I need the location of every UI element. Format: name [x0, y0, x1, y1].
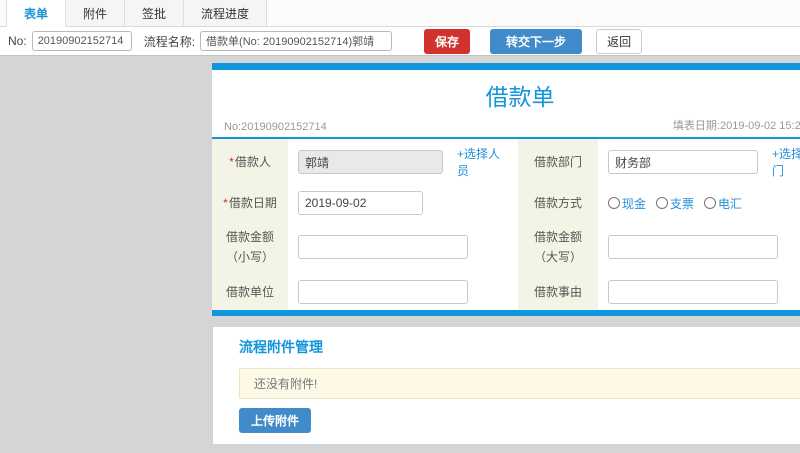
form-no-text: No:20190902152714: [224, 121, 327, 133]
department-cell: +选择部门: [598, 139, 800, 185]
process-name-label: 流程名称:: [143, 34, 196, 49]
method-cheque-option[interactable]: 支票: [656, 195, 694, 212]
process-name-input[interactable]: [200, 31, 393, 51]
form-date-text: 填表日期:2019-09-02 15:27:1: [672, 120, 800, 132]
command-bar: No: 流程名称: 保存 转交下一步 返回: [0, 27, 800, 56]
required-asterisk: *: [223, 195, 228, 210]
required-asterisk: *: [229, 154, 234, 169]
method-wire-option[interactable]: 电汇: [704, 195, 742, 212]
tab-form[interactable]: 表单: [6, 0, 67, 27]
amount-uppercase-label: 借款金额（大写）: [518, 221, 598, 274]
cash-radio[interactable]: [608, 197, 620, 209]
department-label: 借款部门: [518, 139, 598, 185]
attachments-section-title: 流程附件管理: [239, 338, 323, 355]
select-person-link[interactable]: +选择人员: [457, 145, 508, 179]
borrower-label: *借款人: [212, 139, 288, 185]
loan-unit-input[interactable]: [298, 279, 468, 304]
method-cash-option[interactable]: 现金: [608, 195, 646, 212]
loan-method-cell: 现金 支票 电汇: [598, 185, 800, 221]
no-label: No:: [8, 34, 27, 48]
amount-uppercase-input[interactable]: [608, 235, 778, 260]
tab-process-progress[interactable]: 流程进度: [184, 0, 268, 26]
borrower-input[interactable]: [298, 150, 443, 174]
amount-uppercase-cell: [598, 221, 800, 274]
form-meta-row: No:20190902152714 填表日期:2019-09-02 15:27:…: [212, 117, 800, 139]
loan-unit-cell: [288, 273, 518, 310]
form-bottom-accent-bar: [212, 309, 800, 316]
tab-attachments[interactable]: 附件: [66, 0, 126, 26]
tab-approval[interactable]: 签批: [125, 0, 185, 26]
loan-reason-input[interactable]: [608, 279, 778, 304]
wire-transfer-radio[interactable]: [704, 197, 717, 209]
upload-attachment-button[interactable]: 上传附件: [239, 407, 312, 433]
no-attachments-alert: 还没有附件!: [239, 367, 800, 399]
forward-next-step-button[interactable]: 转交下一步: [490, 28, 583, 54]
select-department-link[interactable]: +选择部门: [772, 145, 800, 179]
loan-date-input[interactable]: [298, 191, 423, 215]
loan-method-label: 借款方式: [518, 185, 598, 221]
loan-form-grid: *借款人 +选择人员 借款部门 +选择部门 *借款日期 借款方式: [212, 139, 800, 316]
loan-date-label: *借款日期: [212, 185, 288, 221]
attachments-card: 流程附件管理 还没有附件! 上传附件: [212, 325, 800, 445]
loan-form-card: 借款单 No:20190902152714 填表日期:2019-09-02 15…: [212, 63, 800, 316]
amount-lowercase-label: 借款金额（小写）: [212, 221, 288, 274]
amount-lowercase-cell: [288, 221, 518, 274]
form-top-accent-bar: [212, 63, 800, 70]
back-button[interactable]: 返回: [596, 28, 643, 54]
no-input[interactable]: [31, 31, 132, 51]
loan-date-cell: [288, 185, 518, 221]
save-button[interactable]: 保存: [424, 28, 471, 54]
loan-reason-cell: [598, 273, 800, 310]
borrower-cell: +选择人员: [288, 139, 518, 185]
loan-reason-label: 借款事由: [518, 273, 598, 310]
cheque-radio[interactable]: [656, 197, 669, 209]
form-title: 借款单: [485, 84, 555, 110]
main-area: 借款单 No:20190902152714 填表日期:2019-09-02 15…: [0, 56, 800, 453]
tab-bar: 表单 附件 签批 流程进度: [0, 0, 800, 27]
department-input[interactable]: [608, 150, 758, 174]
loan-unit-label: 借款单位: [212, 273, 288, 310]
amount-lowercase-input[interactable]: [298, 235, 468, 260]
